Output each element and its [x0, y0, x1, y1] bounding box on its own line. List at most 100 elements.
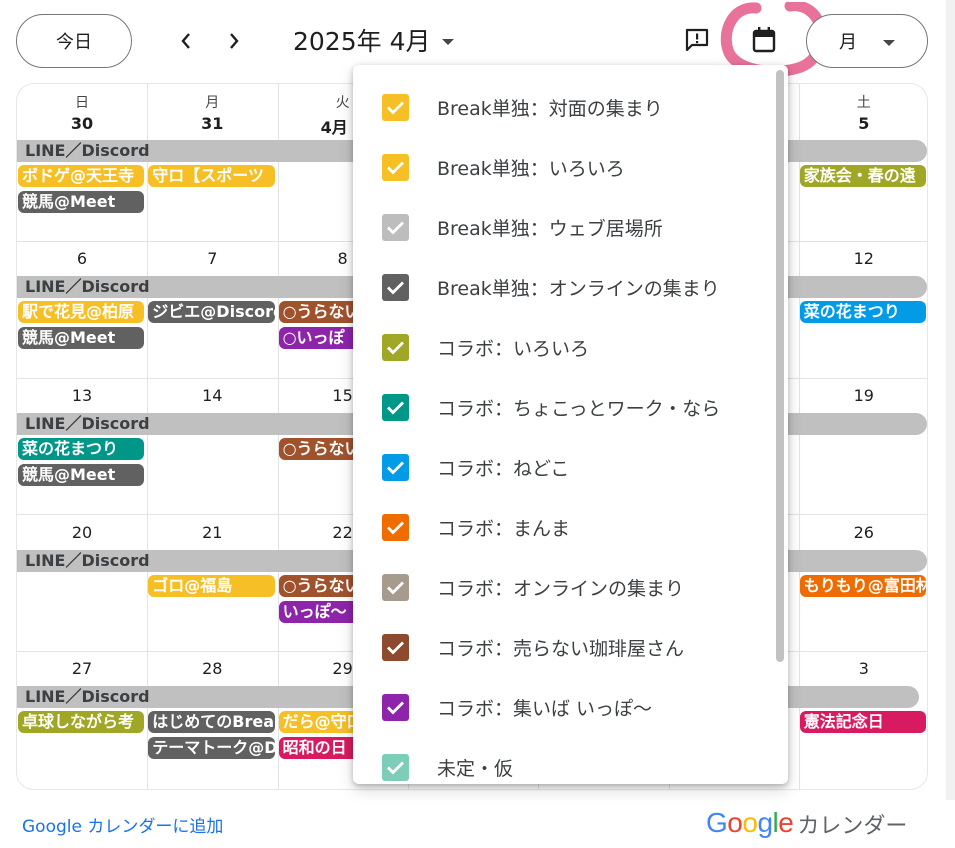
checkbox[interactable] [382, 393, 409, 421]
checkbox[interactable] [382, 573, 409, 601]
checkmark-icon [387, 281, 404, 294]
column-divider [147, 84, 149, 789]
calendar-filter-item[interactable]: コラボ：集いば いっぽ～ [353, 677, 773, 737]
view-label: 月 [839, 32, 857, 53]
checkbox[interactable] [382, 513, 409, 541]
calendar-filter-item[interactable]: Break単独：対面の集まり [353, 77, 773, 137]
feedback-button[interactable] [679, 22, 715, 58]
day-number[interactable]: 7 [147, 249, 277, 268]
day-number[interactable]: 12 [799, 249, 927, 268]
calendar-filter-label: Break単独：オンラインの集まり [437, 277, 720, 300]
chevron-right-icon [230, 33, 239, 49]
checkbox[interactable] [382, 753, 409, 781]
event-chip[interactable]: 家族会・春の遠 [799, 165, 927, 187]
event-chip[interactable]: 競馬@Meet [18, 191, 145, 213]
google-letter: o [742, 807, 758, 838]
today-button[interactable]: 今日 [16, 14, 132, 68]
page-scrollbar[interactable] [946, 0, 955, 800]
calendar-filter-item[interactable]: コラボ：ねどこ [353, 437, 773, 497]
google-letter: e [778, 807, 794, 838]
checkbox[interactable] [382, 693, 409, 721]
calendar-filter-item[interactable]: コラボ：売らない珈琲屋さん [353, 617, 773, 677]
day-number[interactable]: 14 [147, 386, 277, 405]
calendar-wordmark: カレンダー [797, 814, 908, 839]
day-number[interactable]: 30 [17, 114, 147, 133]
calendar-filter-item[interactable]: Break単独：オンラインの集まり [353, 257, 773, 317]
day-number[interactable]: 19 [799, 386, 927, 405]
checkmark-icon [387, 701, 404, 714]
calendar-filter-label: コラボ：まんま [437, 517, 571, 540]
calendar-filter-label: コラボ：集いば いっぽ～ [437, 697, 653, 720]
checkmark-icon [387, 521, 404, 534]
day-number[interactable]: 21 [147, 523, 277, 542]
column-divider [798, 84, 800, 789]
event-chip[interactable]: テーマトーク@D [148, 737, 275, 759]
month-selector[interactable]: 2025年 4月 [293, 22, 455, 58]
calendar-filter-item[interactable]: 未定・仮 [353, 737, 773, 784]
calendar-filter-label: コラボ：ねどこ [437, 457, 570, 480]
event-chip[interactable]: 菜の花まつり [18, 438, 145, 460]
caret-down-icon [442, 38, 455, 45]
view-selector[interactable]: 月 [806, 14, 928, 68]
weekday-header: 月 [205, 95, 220, 111]
checkmark-icon [387, 581, 404, 594]
event-chip[interactable]: 競馬@Meet [18, 464, 145, 486]
checkbox[interactable] [382, 213, 409, 241]
weekday-header: 土 [856, 95, 871, 111]
day-number[interactable]: 5 [799, 114, 927, 133]
calendar-filter-item[interactable]: Break単独：ウェブ居場所 [353, 197, 773, 257]
calendar-filter-label: Break単独：いろいろ [437, 157, 625, 180]
event-chip[interactable]: 菜の花まつり [799, 301, 927, 323]
checkbox[interactable] [382, 153, 409, 181]
checkbox[interactable] [382, 273, 409, 301]
calendar-filter-label: Break単独：ウェブ居場所 [437, 217, 663, 240]
calendar-filter-item[interactable]: Break単独：いろいろ [353, 137, 773, 197]
dropdown-scrollbar[interactable] [776, 70, 784, 662]
event-chip[interactable]: ゴロ@福島 [148, 575, 275, 597]
calendar-filter-item[interactable]: コラボ：オンラインの集まり [353, 557, 773, 617]
event-chip[interactable]: ジビエ@Discord [148, 301, 275, 323]
checkmark-icon [387, 461, 404, 474]
day-number[interactable]: 27 [17, 659, 147, 678]
next-month-button[interactable] [219, 26, 249, 56]
event-chip[interactable]: はじめてのBrea [148, 711, 275, 733]
checkmark-icon [387, 401, 404, 414]
checkbox[interactable] [382, 453, 409, 481]
day-number[interactable]: 31 [147, 114, 277, 133]
event-chip[interactable]: 卓球しながら考 [18, 711, 145, 733]
checkmark-icon [387, 641, 404, 654]
calendar-filter-label: コラボ：いろいろ [437, 337, 590, 360]
calendar-filter-label: Break単独：対面の集まり [437, 97, 663, 120]
weekday-header: 日 [75, 95, 89, 111]
calendar-filter-item[interactable]: コラボ：ちょこっとワーク・なら [353, 377, 773, 437]
add-to-google-calendar-link[interactable]: Google カレンダーに追加 [22, 812, 223, 837]
event-chip[interactable]: もりもり@富田林 [799, 575, 927, 597]
calendar-filter-label: コラボ：売らない珈琲屋さん [437, 637, 685, 660]
event-chip[interactable]: 守ロ【スポーツ [148, 165, 275, 187]
calendar-filter-item[interactable]: コラボ：いろいろ [353, 317, 773, 377]
feedback-icon [685, 28, 709, 52]
prev-month-button[interactable] [171, 26, 201, 56]
month-label: 2025年 4月 [293, 27, 431, 56]
checkbox[interactable] [382, 93, 409, 121]
day-number[interactable]: 20 [17, 523, 147, 542]
checkmark-icon [387, 341, 404, 354]
day-number[interactable]: 13 [17, 386, 147, 405]
google-letter: g [757, 807, 773, 838]
day-number[interactable]: 6 [17, 249, 147, 268]
checkbox[interactable] [382, 333, 409, 361]
calendar-filter-item[interactable]: コラボ：まんま [353, 497, 773, 557]
day-number[interactable]: 3 [799, 659, 927, 678]
calendar-icon [752, 27, 776, 53]
day-number[interactable]: 26 [799, 523, 927, 542]
event-chip[interactable]: 競馬@Meet [18, 327, 145, 349]
calendar-picker-button[interactable] [746, 22, 782, 58]
event-chip[interactable]: ボドゲ@天王寺 [18, 165, 145, 187]
event-chip[interactable]: 憲法記念日 [799, 711, 927, 733]
checkbox[interactable] [382, 633, 409, 661]
event-chip[interactable]: 駅で花見@柏原 [18, 301, 145, 323]
calendar-filter-label: コラボ：オンラインの集まり [437, 577, 685, 600]
google-calendar-logo: Google カレンダー [706, 806, 907, 840]
day-number[interactable]: 28 [147, 659, 277, 678]
checkmark-icon [387, 221, 404, 234]
